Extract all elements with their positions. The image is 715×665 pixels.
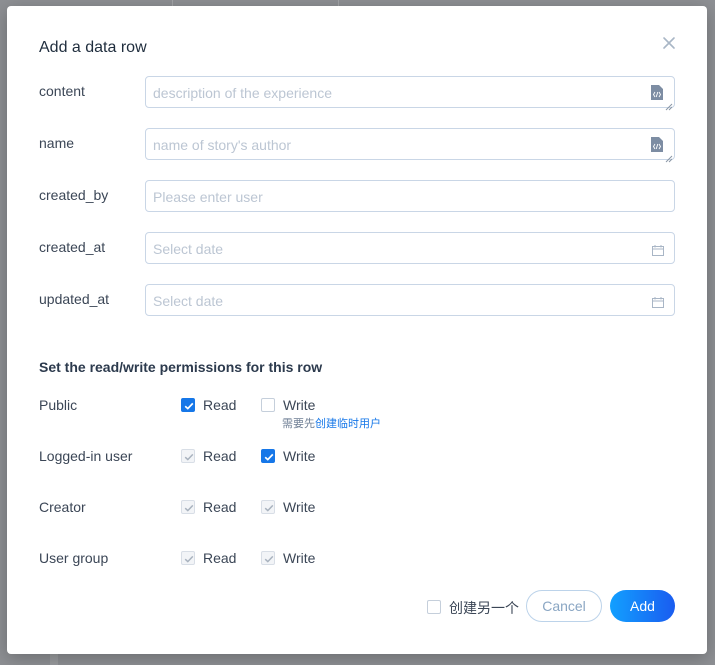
write-checkbox bbox=[261, 500, 275, 514]
permission-row-public: Public Read Write bbox=[39, 396, 639, 416]
field-row-updated-at: updated_at Select date bbox=[39, 284, 675, 316]
write-label: Write bbox=[283, 499, 316, 515]
read-label: Read bbox=[203, 550, 237, 566]
content-input[interactable]: description of the experience bbox=[145, 76, 675, 111]
permission-label: Logged-in user bbox=[39, 448, 133, 464]
add-row-dialog: Add a data row content description of th… bbox=[7, 6, 707, 654]
resize-handle[interactable] bbox=[665, 150, 673, 163]
input-placeholder: description of the experience bbox=[153, 85, 332, 101]
background-panel bbox=[50, 654, 58, 665]
add-button[interactable]: Add bbox=[610, 590, 675, 622]
read-checkbox bbox=[181, 500, 195, 514]
write-label: Write bbox=[283, 397, 316, 413]
temp-user-hint: 需要先创建临时用户 bbox=[282, 415, 381, 431]
write-checkbox[interactable] bbox=[261, 398, 275, 412]
file-code-icon[interactable] bbox=[650, 136, 664, 153]
permissions-title: Set the read/write permissions for this … bbox=[39, 359, 323, 375]
calendar-icon[interactable] bbox=[652, 243, 664, 256]
permission-label: User group bbox=[39, 550, 109, 566]
field-label: created_at bbox=[39, 239, 106, 255]
read-label: Read bbox=[203, 397, 237, 413]
read-checkbox[interactable] bbox=[181, 398, 195, 412]
updated-at-date-picker[interactable]: Select date bbox=[145, 284, 675, 316]
read-label: Read bbox=[203, 448, 237, 464]
created-by-input[interactable]: Please enter user bbox=[145, 180, 675, 212]
close-icon[interactable] bbox=[662, 36, 676, 50]
created-at-date-picker[interactable]: Select date bbox=[145, 232, 675, 264]
field-row-content: content description of the experience bbox=[39, 76, 675, 111]
field-label: content bbox=[39, 83, 85, 99]
create-temp-user-link[interactable]: 创建临时用户 bbox=[315, 418, 381, 430]
field-row-created-by: created_by Please enter user bbox=[39, 180, 675, 212]
permission-label: Creator bbox=[39, 499, 86, 515]
name-input[interactable]: name of story's author bbox=[145, 128, 675, 163]
field-row-name: name name of story's author bbox=[39, 128, 675, 163]
dialog-title: Add a data row bbox=[39, 39, 147, 56]
field-row-created-at: created_at Select date bbox=[39, 232, 675, 264]
create-another-label: 创建另一个 bbox=[449, 600, 519, 616]
field-label: updated_at bbox=[39, 291, 110, 307]
input-placeholder: Please enter user bbox=[153, 189, 263, 205]
resize-handle[interactable] bbox=[665, 98, 673, 111]
permission-label: Public bbox=[39, 397, 78, 413]
read-checkbox bbox=[181, 551, 195, 565]
input-placeholder: Select date bbox=[153, 293, 224, 309]
hint-text: 需要先 bbox=[282, 418, 315, 430]
write-label: Write bbox=[283, 448, 316, 464]
input-placeholder: Select date bbox=[153, 241, 224, 257]
calendar-icon[interactable] bbox=[652, 295, 664, 308]
write-checkbox bbox=[261, 551, 275, 565]
create-another-checkbox[interactable] bbox=[427, 600, 441, 614]
field-label: created_by bbox=[39, 187, 109, 203]
permission-row-creator: Creator Read Write bbox=[39, 498, 639, 518]
permission-row-user-group: User group Read Write bbox=[39, 549, 639, 569]
write-label: Write bbox=[283, 550, 316, 566]
file-code-icon[interactable] bbox=[650, 84, 664, 101]
input-placeholder: name of story's author bbox=[153, 137, 292, 153]
field-label: name bbox=[39, 135, 75, 151]
read-label: Read bbox=[203, 499, 237, 515]
permission-row-logged-in-user: Logged-in user Read Write bbox=[39, 447, 639, 467]
write-checkbox[interactable] bbox=[261, 449, 275, 463]
cancel-button[interactable]: Cancel bbox=[526, 590, 602, 622]
read-checkbox bbox=[181, 449, 195, 463]
